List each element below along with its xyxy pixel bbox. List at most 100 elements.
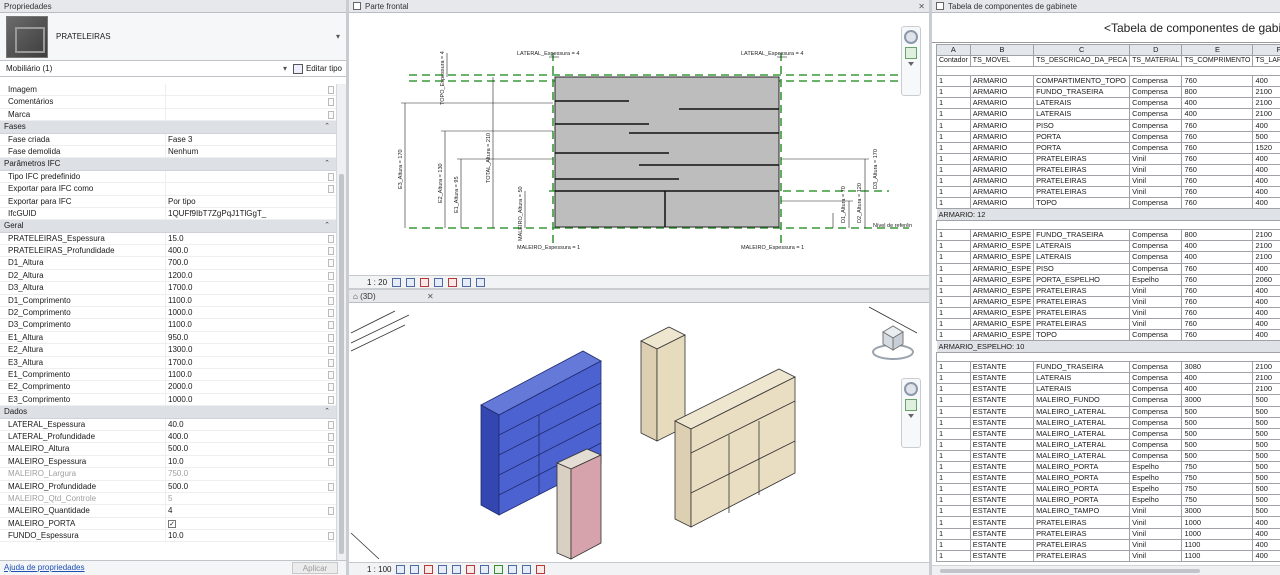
table-cell[interactable]: PRATELEIRAS	[1033, 295, 1131, 308]
table-cell[interactable]: Vinil	[1129, 527, 1183, 540]
table-cell[interactable]: 400	[1181, 251, 1254, 264]
properties-scrollbar[interactable]	[336, 84, 346, 560]
property-value[interactable]: 1000.0	[166, 394, 346, 405]
table-cell[interactable]: 1	[936, 130, 971, 143]
collapse-icon[interactable]: ⌃	[324, 406, 330, 418]
table-cell[interactable]: 3000	[1181, 394, 1254, 407]
table-cell[interactable]: 500	[1181, 405, 1254, 418]
table-cell[interactable]: 760	[1181, 186, 1254, 199]
table-cell[interactable]: ARMARIO_ESPE	[969, 284, 1035, 297]
apply-button[interactable]: Aplicar	[292, 562, 338, 574]
table-cell[interactable]: 760	[1181, 75, 1254, 88]
table-cell[interactable]: ARMARIO_ESPE	[969, 273, 1035, 286]
reveal-hidden-icon[interactable]	[508, 564, 518, 574]
table-cell[interactable]: 500	[1252, 472, 1280, 485]
property-value[interactable]: 1100.0	[166, 295, 346, 306]
table-cell[interactable]: Compensa	[1129, 427, 1183, 440]
table-cell[interactable]: LATERAIS	[1033, 383, 1131, 396]
table-cell[interactable]: 400	[1252, 262, 1280, 275]
hide-isolate-icon[interactable]	[462, 277, 472, 287]
table-cell[interactable]: 750	[1181, 472, 1254, 485]
table-cell[interactable]: 760	[1181, 119, 1254, 132]
property-value[interactable]: 1100.0	[166, 369, 346, 380]
table-cell[interactable]: 500	[1252, 405, 1280, 418]
property-value[interactable]	[166, 171, 346, 182]
table-cell[interactable]: ARMARIO	[969, 119, 1035, 132]
column-header[interactable]: TS_LARGURA	[1252, 54, 1280, 68]
table-cell[interactable]: 2060	[1252, 273, 1280, 286]
associate-parameter-button[interactable]	[328, 98, 334, 107]
shadows-icon[interactable]	[434, 277, 444, 287]
table-cell[interactable]: 1	[936, 251, 971, 264]
column-letter[interactable]: B	[969, 44, 1035, 56]
table-cell[interactable]: 500	[1252, 505, 1280, 518]
associate-parameter-button[interactable]	[328, 482, 334, 491]
table-cell[interactable]: PRATELEIRAS	[1033, 549, 1131, 562]
table-cell[interactable]: 1	[936, 538, 971, 551]
table-cell[interactable]: FUNDO_TRASEIRA	[1033, 86, 1131, 99]
column-letter[interactable]: E	[1181, 44, 1254, 56]
lock-3d-icon[interactable]	[480, 564, 490, 574]
table-cell[interactable]: MALEIRO_FUNDO	[1033, 394, 1131, 407]
column-header[interactable]: TS_MATERIAL	[1129, 54, 1183, 68]
table-cell[interactable]: Vinil	[1129, 505, 1183, 518]
associate-parameter-button[interactable]	[328, 284, 334, 293]
table-cell[interactable]: 2100	[1252, 383, 1280, 396]
property-value[interactable]: 1100.0	[166, 319, 346, 330]
table-cell[interactable]: ARMARIO	[969, 174, 1035, 188]
table-cell[interactable]: 1	[936, 262, 971, 275]
table-cell[interactable]: 400	[1252, 284, 1280, 297]
reveal-hidden-icon[interactable]	[476, 277, 486, 287]
scrollbar-thumb[interactable]	[339, 174, 344, 554]
view-scale[interactable]: 1 : 100	[367, 565, 391, 574]
table-cell[interactable]: 1100	[1181, 549, 1254, 562]
table-cell[interactable]: 400	[1252, 174, 1280, 188]
table-cell[interactable]: 500	[1181, 416, 1254, 429]
table-cell[interactable]: 1	[936, 405, 971, 418]
table-cell[interactable]: 2100	[1252, 240, 1280, 253]
table-cell[interactable]: Compensa	[1129, 97, 1183, 110]
table-cell[interactable]: 1	[936, 494, 971, 507]
analytical-icon[interactable]	[536, 564, 546, 574]
table-cell[interactable]: 2100	[1252, 86, 1280, 99]
table-cell[interactable]: Compensa	[1129, 438, 1183, 451]
table-cell[interactable]: Compensa	[1129, 383, 1183, 396]
table-cell[interactable]: 1	[936, 394, 971, 407]
table-cell[interactable]: 2100	[1252, 372, 1280, 385]
property-value[interactable]: 40.0	[166, 419, 346, 430]
associate-parameter-button[interactable]	[328, 321, 334, 330]
property-value[interactable]: 1700.0	[166, 357, 346, 368]
table-cell[interactable]: ARMARIO_ESPE	[969, 251, 1035, 264]
table-cell[interactable]: Compensa	[1129, 86, 1183, 99]
property-value[interactable]: 1200.0	[166, 270, 346, 281]
table-cell[interactable]: 1	[936, 295, 971, 308]
table-cell[interactable]: Compensa	[1129, 329, 1183, 342]
table-cell[interactable]: 760	[1181, 284, 1254, 297]
property-value[interactable]: 500.0	[166, 443, 346, 454]
property-value[interactable]: 500.0	[166, 481, 346, 492]
table-cell[interactable]: 1	[936, 75, 971, 88]
detail-level-icon[interactable]	[392, 277, 402, 287]
table-cell[interactable]: 2100	[1252, 108, 1280, 121]
table-cell[interactable]: Vinil	[1129, 549, 1183, 562]
property-value[interactable]: 700.0	[166, 257, 346, 268]
table-cell[interactable]: ESTANTE	[969, 427, 1035, 440]
navigation-bar[interactable]	[901, 378, 921, 448]
property-section[interactable]: Fases ⌃	[0, 121, 346, 134]
table-cell[interactable]: ARMARIO	[969, 108, 1035, 121]
table-cell[interactable]: 500	[1181, 449, 1254, 463]
table-cell[interactable]: 1	[936, 240, 971, 253]
table-cell[interactable]: 400	[1252, 538, 1280, 551]
table-cell[interactable]: ESTANTE	[969, 549, 1035, 562]
associate-parameter-button[interactable]	[328, 271, 334, 280]
table-cell[interactable]: Vinil	[1129, 306, 1183, 319]
associate-parameter-button[interactable]	[328, 432, 334, 441]
table-cell[interactable]: 500	[1252, 438, 1280, 451]
table-cell[interactable]: ARMARIO	[969, 86, 1035, 99]
table-cell[interactable]: ARMARIO	[969, 75, 1035, 88]
associate-parameter-button[interactable]	[328, 259, 334, 268]
chevron-down-icon[interactable]	[908, 62, 914, 66]
table-cell[interactable]: 400	[1181, 383, 1254, 396]
column-header[interactable]: TS_DESCRICAO_DA_PECA	[1033, 54, 1131, 68]
collapse-icon[interactable]: ⌃	[324, 121, 330, 133]
